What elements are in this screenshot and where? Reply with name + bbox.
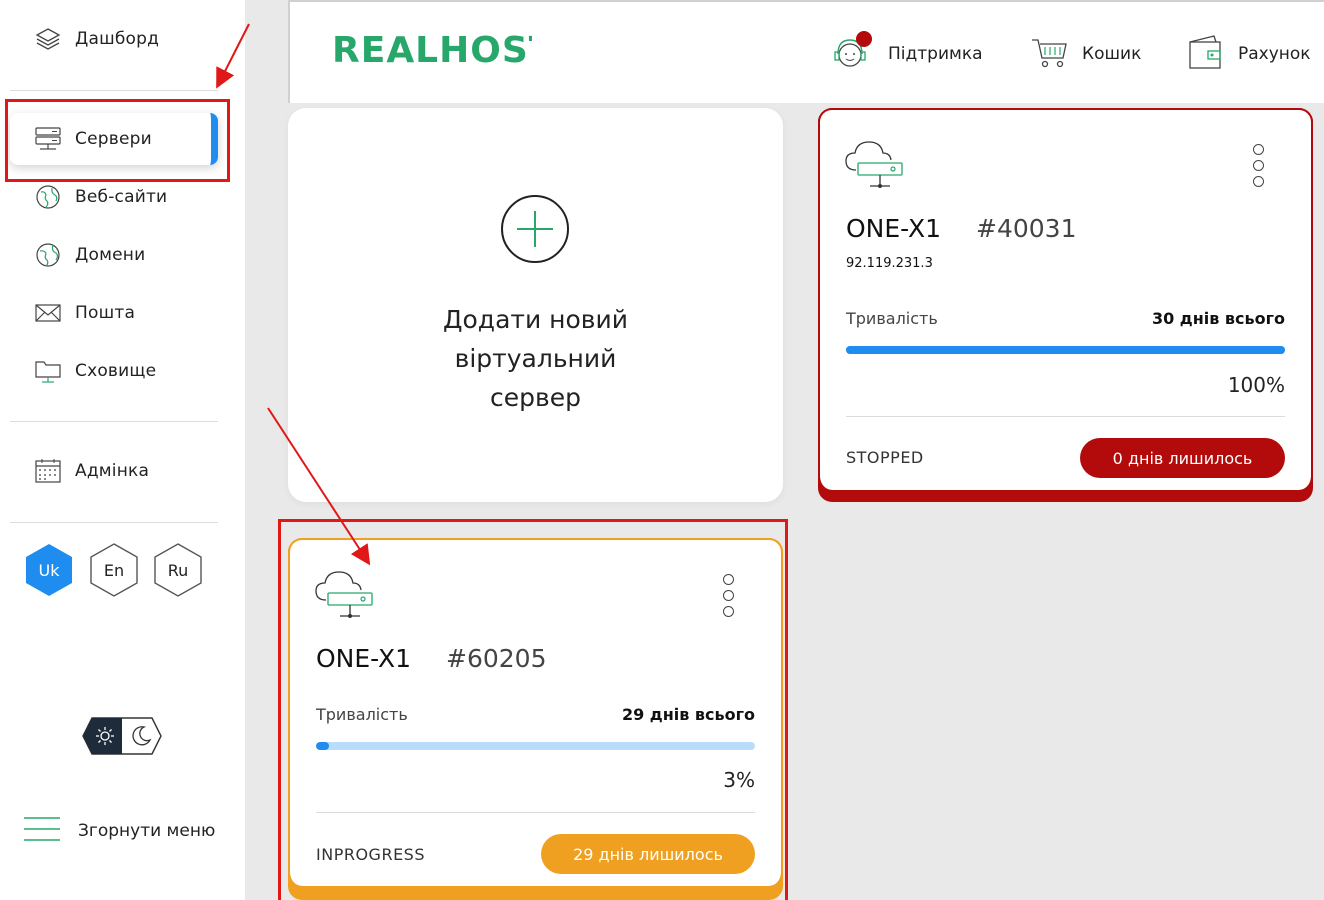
- server-plan: ONE-X1: [846, 214, 941, 243]
- more-options-icon[interactable]: [1253, 144, 1267, 192]
- support-agent-icon: [830, 29, 876, 79]
- globe-icon: [34, 241, 62, 269]
- moon-icon: [130, 725, 152, 751]
- sidebar-divider: [10, 522, 218, 523]
- sidebar-item-label: Адмінка: [75, 461, 150, 481]
- language-ru-button[interactable]: Ru: [152, 542, 204, 598]
- realhost-logo[interactable]: REALHOST: [332, 28, 553, 77]
- server-card-body: ONE-X1 #40031 92.119.231.3 Тривалість 30…: [818, 108, 1313, 490]
- language-label: Uk: [38, 560, 60, 580]
- highlight-box: [5, 99, 230, 182]
- sidebar-divider: [10, 90, 218, 91]
- collapse-menu-button[interactable]: Згорнути меню: [24, 814, 215, 848]
- account-label: Рахунок: [1238, 44, 1311, 64]
- mail-icon: [34, 299, 62, 327]
- duration-total: 30 днів всього: [1151, 309, 1285, 328]
- theme-toggle[interactable]: [82, 716, 162, 756]
- language-label: Ru: [167, 560, 189, 580]
- calendar-icon: [34, 457, 62, 485]
- folder-icon: [34, 357, 62, 385]
- cart-label: Кошик: [1082, 44, 1142, 64]
- sidebar-item-dashboard[interactable]: Дашборд: [10, 13, 218, 65]
- add-server-line: віртуальний: [454, 344, 617, 373]
- sidebar-item-admin[interactable]: Адмінка: [10, 445, 218, 497]
- sidebar-divider: [10, 421, 218, 422]
- language-uk-button[interactable]: Uk: [23, 542, 75, 598]
- sidebar-item-label: Пошта: [75, 303, 136, 323]
- highlight-box: [278, 519, 788, 900]
- sidebar-item-label: Дашборд: [75, 29, 160, 49]
- sidebar-item-label: Домени: [75, 245, 146, 265]
- top-header: REALHOST Підтримка Кошик Рахунок: [288, 0, 1324, 103]
- svg-text:REALHOST: REALHOST: [332, 30, 532, 68]
- progress-fill: [846, 346, 1285, 354]
- account-link[interactable]: Рахунок: [1186, 32, 1311, 76]
- server-ip: 92.119.231.3: [846, 256, 933, 271]
- duration-progress-bar: [846, 346, 1285, 354]
- progress-percent: 100%: [1227, 373, 1285, 397]
- layers-icon: [34, 25, 62, 53]
- language-en-button[interactable]: En: [88, 542, 140, 598]
- sidebar-item-label: Сховище: [75, 361, 157, 381]
- collapse-menu-label: Згорнути меню: [78, 821, 216, 841]
- plus-circle-icon: [500, 194, 570, 268]
- sun-icon: [95, 726, 115, 750]
- cart-icon: [1030, 32, 1070, 76]
- add-server-card[interactable]: Додати новий віртуальний сервер: [288, 108, 783, 502]
- wallet-icon: [1186, 32, 1226, 76]
- globe-icon: [34, 183, 62, 211]
- days-remaining-badge[interactable]: 0 днів лишилось: [1080, 438, 1285, 478]
- logo-wordmark: REALHOST: [332, 30, 553, 71]
- language-label: En: [103, 560, 125, 580]
- sidebar-item-storage[interactable]: Сховище: [10, 345, 218, 397]
- menu-lines-icon: [24, 814, 60, 848]
- add-server-line: сервер: [490, 383, 581, 412]
- sidebar-item-domains[interactable]: Домени: [10, 229, 218, 281]
- server-card[interactable]: ONE-X1 #40031 92.119.231.3 Тривалість 30…: [818, 108, 1313, 502]
- sidebar-item-mail[interactable]: Пошта: [10, 287, 218, 339]
- cloud-server-icon: [844, 136, 906, 198]
- add-server-line: Додати новий: [442, 305, 629, 334]
- support-label: Підтримка: [888, 44, 983, 64]
- support-link[interactable]: Підтримка: [830, 29, 983, 79]
- server-status: STOPPED: [846, 448, 924, 467]
- card-divider: [846, 416, 1285, 417]
- server-id: #40031: [976, 214, 1077, 243]
- add-server-text: Додати новий віртуальний сервер: [288, 300, 783, 417]
- duration-label: Тривалість: [846, 309, 938, 328]
- sidebar-item-label: Веб-сайти: [75, 187, 168, 207]
- cart-link[interactable]: Кошик: [1030, 32, 1141, 76]
